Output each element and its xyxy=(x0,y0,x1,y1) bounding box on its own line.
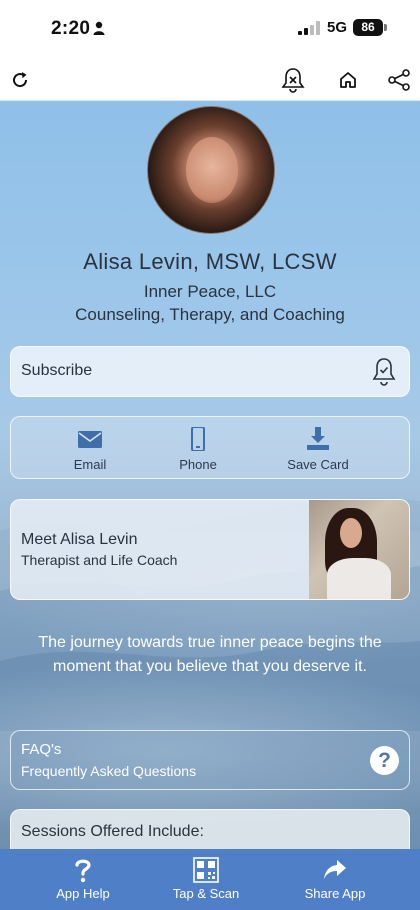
meet-title: Meet Alisa Levin xyxy=(21,531,138,548)
status-bar: 2:20 5G 86 xyxy=(0,0,420,58)
save-card-label: Save Card xyxy=(287,457,349,472)
question-icon: ? xyxy=(370,746,399,775)
share-arrow-icon xyxy=(324,860,346,879)
email-button[interactable]: Email xyxy=(40,417,140,480)
unsubscribe-bell-icon[interactable] xyxy=(280,67,306,93)
bell-check-icon xyxy=(372,358,396,386)
tap-scan-button[interactable]: Tap & Scan xyxy=(151,849,261,910)
faq-button[interactable]: FAQ's Frequently Asked Questions ? xyxy=(10,730,410,790)
share-app-button[interactable]: Share App xyxy=(280,849,390,910)
battery-indicator: 86 xyxy=(353,19,383,36)
subscribe-button[interactable]: Subscribe xyxy=(10,346,410,397)
download-icon xyxy=(307,427,329,450)
phone-label: Phone xyxy=(179,457,217,472)
contact-actions: Email Phone Save Card xyxy=(10,416,410,479)
phone-button[interactable]: Phone xyxy=(148,417,248,480)
phone-icon xyxy=(191,427,205,451)
app-help-label: App Help xyxy=(56,886,110,901)
tap-scan-label: Tap & Scan xyxy=(172,886,240,901)
profile-company: Inner Peace, LLC xyxy=(143,282,277,301)
sessions-section[interactable]: Sessions Offered Include: xyxy=(10,809,410,849)
sessions-title: Sessions Offered Include: xyxy=(21,823,204,840)
network-type: 5G xyxy=(327,19,348,36)
top-toolbar xyxy=(0,58,420,101)
battery-cap xyxy=(384,24,387,31)
faq-title: FAQ's xyxy=(21,741,62,758)
profile-tagline: Counseling, Therapy, and Coaching xyxy=(75,305,345,324)
signal-icon xyxy=(298,21,320,35)
quote-text: The journey towards true inner peace beg… xyxy=(38,634,382,675)
email-icon xyxy=(78,431,102,448)
status-time: 2:20 xyxy=(51,18,91,39)
app-help-button[interactable]: App Help xyxy=(28,849,138,910)
refresh-icon[interactable] xyxy=(7,67,33,93)
profile-photo xyxy=(309,500,409,599)
subscribe-label: Subscribe xyxy=(21,362,93,379)
avatar xyxy=(147,106,275,234)
save-card-button[interactable]: Save Card xyxy=(268,417,368,480)
email-label: Email xyxy=(73,457,107,472)
person-icon xyxy=(93,21,105,35)
qr-code-icon xyxy=(193,857,219,883)
share-app-label: Share App xyxy=(304,886,366,901)
meet-card[interactable]: Meet Alisa Levin Therapist and Life Coac… xyxy=(10,499,410,600)
share-icon[interactable] xyxy=(386,67,412,93)
bottom-bar: App Help Tap & Scan Share App xyxy=(0,849,420,910)
meet-subtitle: Therapist and Life Coach xyxy=(21,552,178,568)
faq-subtitle: Frequently Asked Questions xyxy=(21,763,197,779)
help-icon xyxy=(75,859,91,883)
home-icon[interactable] xyxy=(335,67,361,93)
profile-name: Alisa Levin, MSW, LCSW xyxy=(83,249,337,274)
main-content[interactable]: Alisa Levin, MSW, LCSW Inner Peace, LLC … xyxy=(0,101,420,849)
